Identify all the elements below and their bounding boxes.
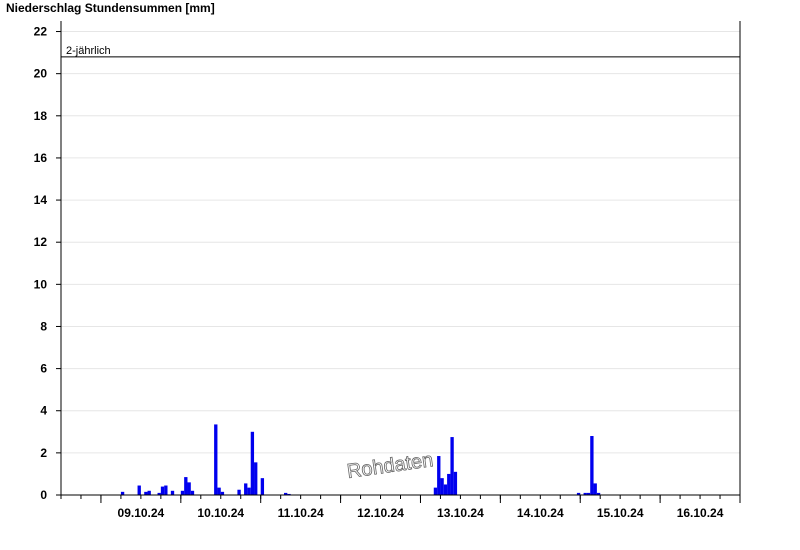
x-tick-label: 14.10.24 bbox=[517, 506, 564, 520]
y-tick-label: 10 bbox=[34, 277, 48, 291]
precipitation-bar bbox=[160, 486, 165, 495]
y-tick-label: 6 bbox=[40, 362, 47, 376]
grid-layer bbox=[61, 31, 740, 454]
precipitation-bar bbox=[440, 478, 444, 495]
precipitation-bar bbox=[137, 485, 141, 495]
x-tick-label: 13.10.24 bbox=[437, 506, 484, 520]
y-tick-label: 0 bbox=[40, 488, 47, 502]
y-tick-label: 12 bbox=[34, 235, 48, 249]
x-tick-label: 15.10.24 bbox=[597, 506, 644, 520]
axis-layer bbox=[56, 21, 741, 503]
y-tick-label: 22 bbox=[34, 25, 48, 39]
precipitation-bar bbox=[453, 471, 458, 495]
precipitation-bar bbox=[593, 483, 597, 495]
x-tick-label: 09.10.24 bbox=[118, 506, 165, 520]
x-tick-label: 10.10.24 bbox=[197, 506, 244, 520]
precipitation-bar bbox=[237, 489, 241, 495]
precipitation-bar bbox=[450, 437, 454, 495]
precipitation-bar bbox=[254, 462, 258, 495]
precipitation-bar bbox=[170, 490, 175, 495]
x-tick-label: 12.10.24 bbox=[357, 506, 404, 520]
y-tick-label: 20 bbox=[34, 67, 48, 81]
precipitation-bar bbox=[433, 487, 438, 495]
y-tick-label: 8 bbox=[40, 319, 47, 333]
watermark-text: Rohdaten bbox=[346, 449, 435, 483]
precipitation-bar bbox=[244, 483, 248, 495]
precipitation-bar bbox=[447, 473, 451, 495]
y-tick-label: 16 bbox=[34, 151, 48, 165]
y-tick-label: 4 bbox=[40, 404, 47, 418]
reference-line-label: 2-jährlich bbox=[66, 45, 111, 57]
precipitation-bar bbox=[437, 456, 441, 495]
precipitation-bar bbox=[190, 490, 195, 495]
x-tick-label: 11.10.24 bbox=[278, 506, 324, 520]
precipitation-bar bbox=[217, 487, 221, 495]
precipitation-bar bbox=[180, 490, 185, 495]
x-tick-label: 16.10.24 bbox=[677, 506, 724, 520]
precipitation-bar bbox=[147, 490, 151, 495]
precipitation-bar bbox=[214, 424, 218, 495]
label-layer: 0 2 4 6 8 10 12 14 16 18 20 22 09.10.24 10.10.24 11.10… bbox=[34, 25, 724, 520]
precipitation-bar bbox=[184, 477, 188, 495]
y-tick-label: 14 bbox=[34, 193, 48, 207]
precipitation-bar bbox=[260, 478, 265, 495]
precipitation-bar bbox=[250, 431, 255, 495]
precipitation-chart: 0 2 4 6 8 10 12 14 16 18 20 22 09.10.24 10.10.24 11.10… bbox=[34, 21, 741, 520]
precipitation-bar bbox=[247, 487, 251, 495]
precipitation-bar bbox=[164, 485, 168, 495]
y-tick-label: 18 bbox=[34, 109, 48, 123]
precipitation-bar bbox=[443, 484, 448, 495]
precipitation-bar bbox=[590, 436, 594, 495]
y-tick-label: 2 bbox=[40, 446, 47, 460]
precipitation-bar bbox=[187, 482, 191, 495]
